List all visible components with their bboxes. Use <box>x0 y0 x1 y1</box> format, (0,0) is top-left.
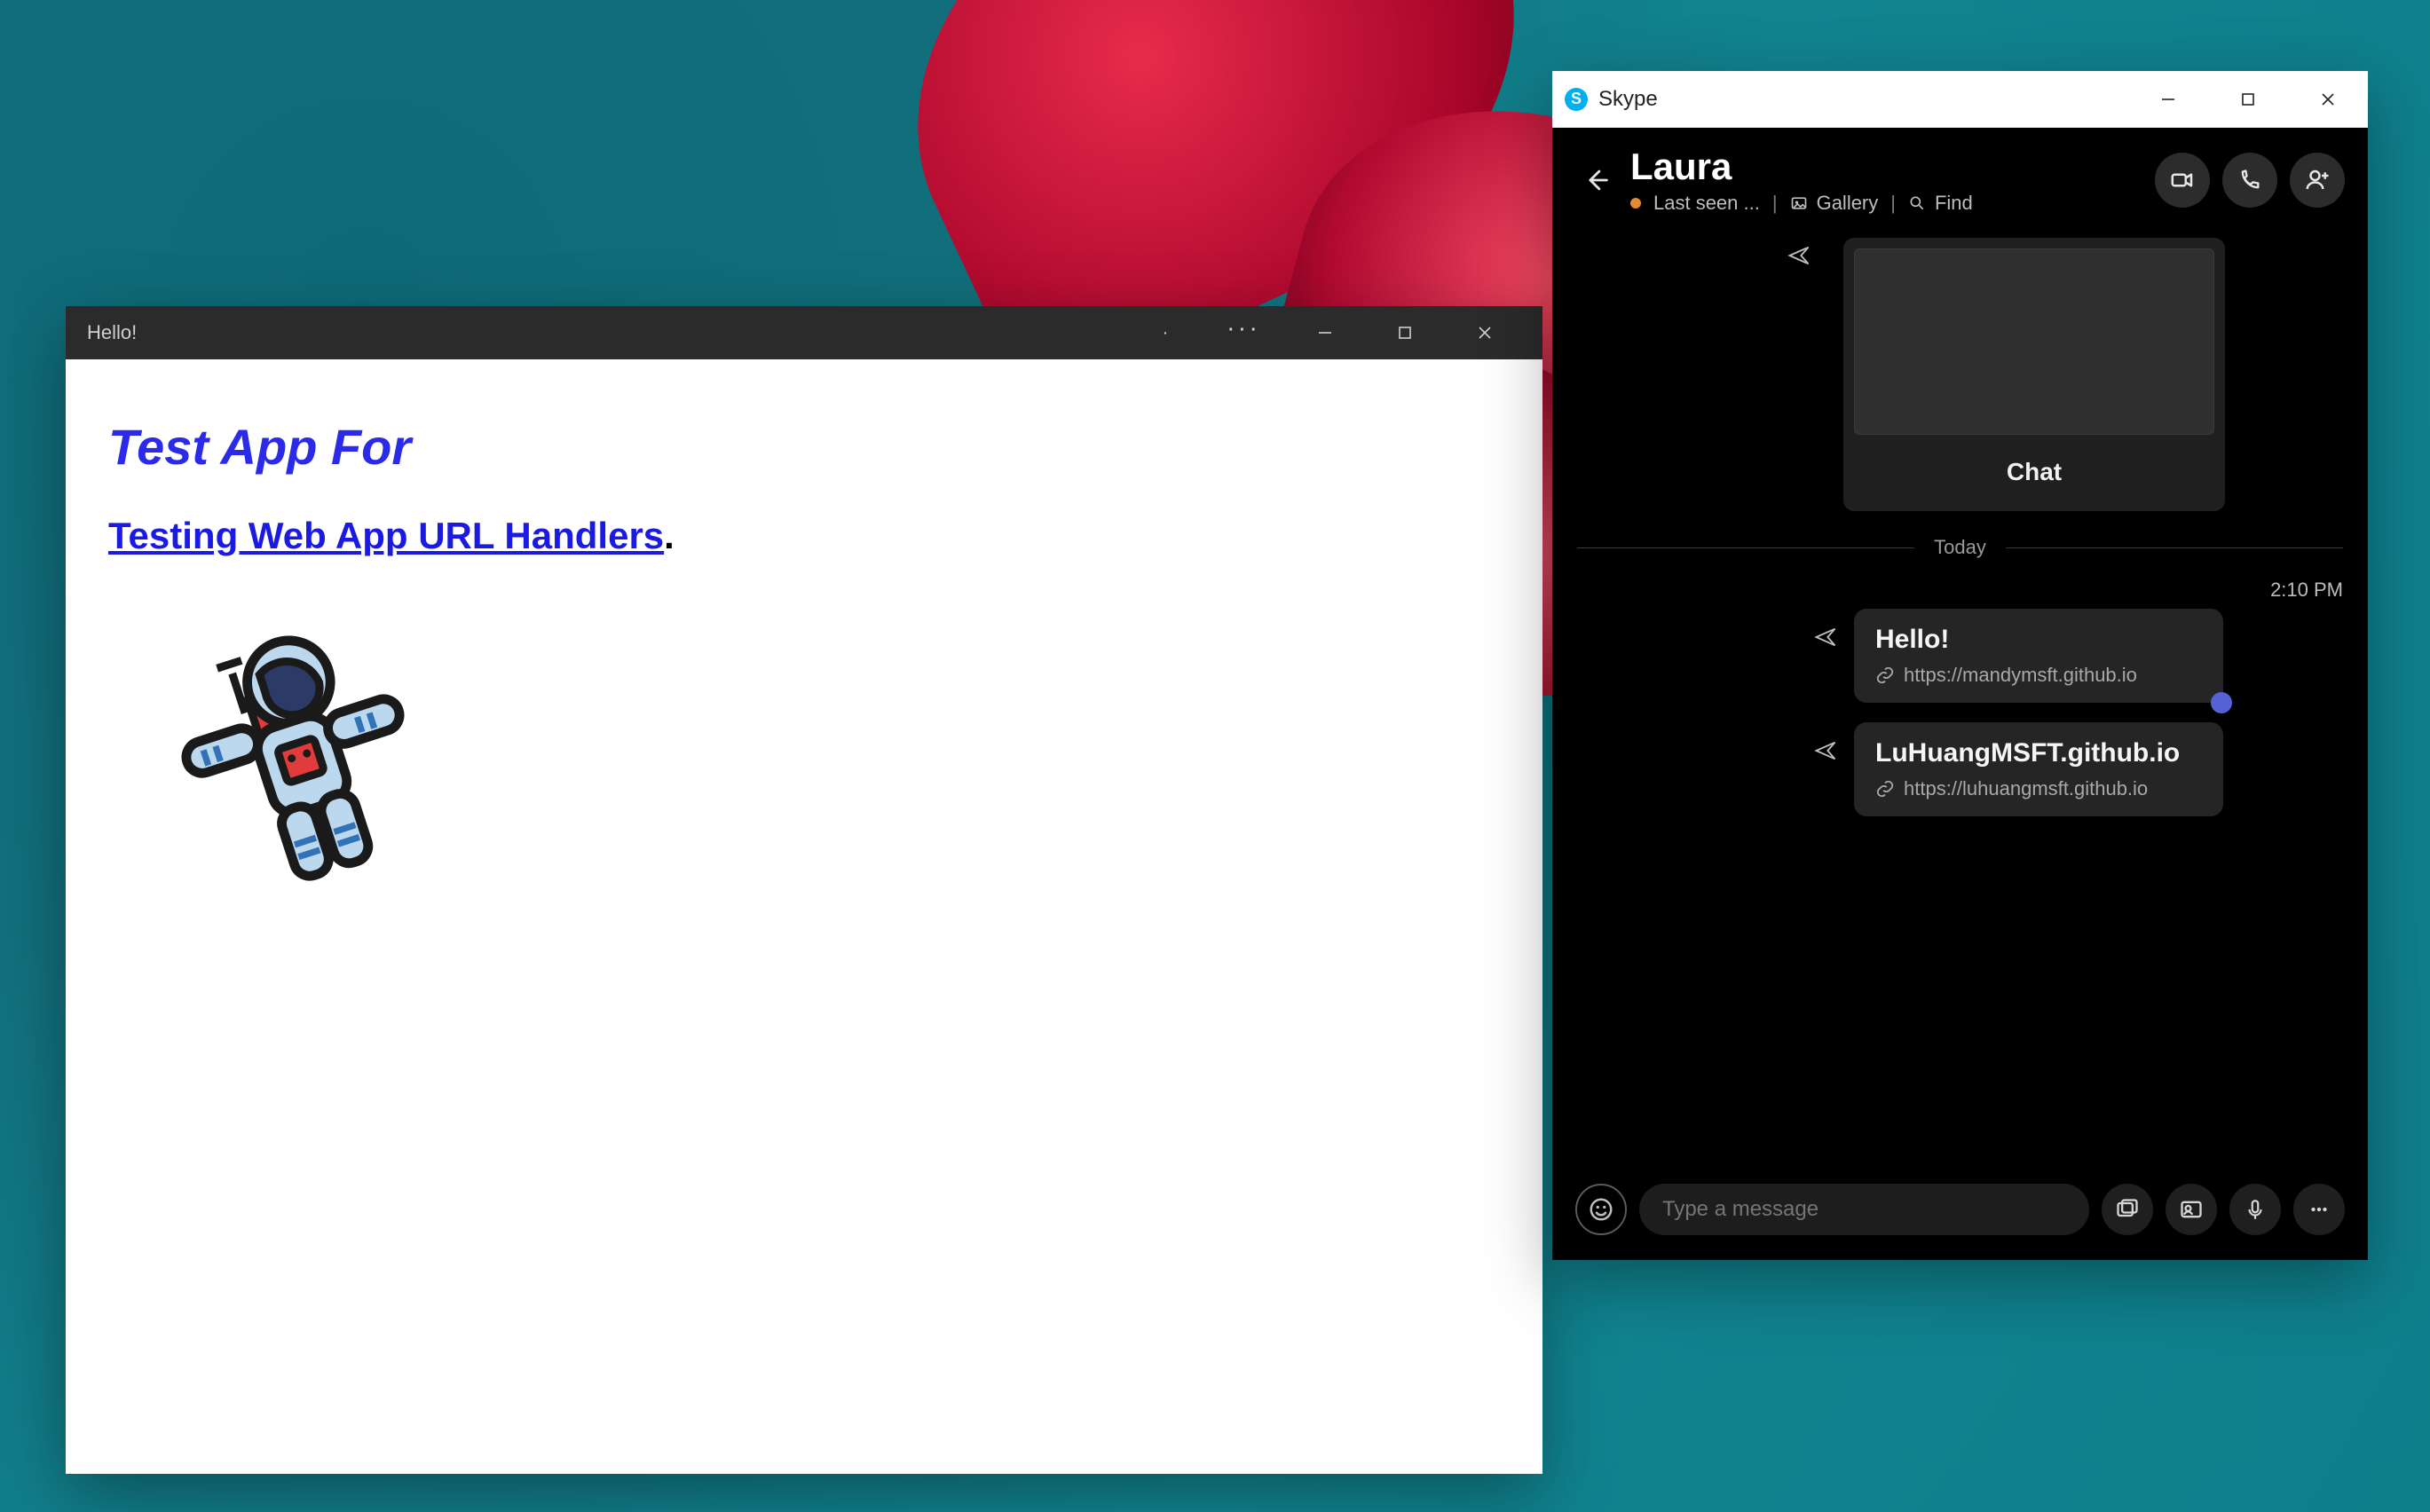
sent-indicator-icon <box>1813 738 1838 763</box>
link-icon <box>1875 665 1895 685</box>
hello-more-button[interactable]: ··· <box>1205 306 1285 359</box>
chat-content: Chat Today 2:10 PM Hello! https://ma <box>1552 231 2368 1166</box>
find-link[interactable]: Find <box>1935 192 1973 215</box>
message-url[interactable]: https://luhuangmsft.github.io <box>1904 777 2148 800</box>
link-preview-card[interactable]: Chat <box>1843 238 2225 511</box>
video-call-button[interactable] <box>2155 153 2210 208</box>
hello-settings-button[interactable]: · <box>1125 306 1205 359</box>
message-title: LuHuangMSFT.github.io <box>1875 738 2202 768</box>
message-row: LuHuangMSFT.github.io https://luhuangmsf… <box>1577 722 2343 816</box>
contact-status-row: Last seen ... | Gallery | Find <box>1630 192 2142 215</box>
astronaut-image <box>131 612 1500 932</box>
close-button[interactable] <box>1445 306 1525 359</box>
url-handlers-link[interactable]: Testing Web App URL Handlers <box>108 515 664 556</box>
skype-close-button[interactable] <box>2288 71 2368 128</box>
gallery-link[interactable]: Gallery <box>1817 192 1879 215</box>
message-title: Hello! <box>1875 625 2202 655</box>
skype-minimize-button[interactable] <box>2128 71 2208 128</box>
message-timestamp: 2:10 PM <box>1577 579 2343 602</box>
sent-indicator-icon <box>1813 625 1838 650</box>
hello-period: . <box>664 515 675 556</box>
message-row: Hello! https://mandymsft.github.io <box>1577 609 2343 703</box>
back-button[interactable] <box>1572 155 1621 205</box>
message-bubble[interactable]: LuHuangMSFT.github.io https://luhuangmsf… <box>1854 722 2223 816</box>
date-divider-label: Today <box>1914 536 2006 559</box>
hello-window-title: Hello! <box>87 321 1125 344</box>
skype-body: Laura Last seen ... | Gallery | Find <box>1552 128 2368 1260</box>
message-bubble[interactable]: Hello! https://mandymsft.github.io <box>1854 609 2223 703</box>
presence-dot-icon <box>1630 198 1641 209</box>
composer <box>1552 1166 2368 1260</box>
audio-call-button[interactable] <box>2222 153 2277 208</box>
hello-subheading-row: Testing Web App URL Handlers. <box>108 515 1500 557</box>
contact-card-button[interactable] <box>2166 1184 2217 1235</box>
skype-titlebar: S Skype <box>1552 71 2368 128</box>
message-url[interactable]: https://mandymsft.github.io <box>1904 664 2137 687</box>
contact-name: Laura <box>1630 146 2142 188</box>
emoji-button[interactable] <box>1575 1184 1627 1235</box>
date-divider: Today <box>1577 536 2343 559</box>
skype-logo-icon: S <box>1565 88 1588 111</box>
reaction-badge[interactable] <box>2211 692 2232 713</box>
more-options-button[interactable] <box>2293 1184 2345 1235</box>
record-audio-button[interactable] <box>2229 1184 2281 1235</box>
message-input[interactable] <box>1639 1184 2089 1235</box>
link-icon <box>1875 779 1895 799</box>
hello-app-window: Hello! · ··· Test App For Testing Web Ap… <box>66 306 1542 1474</box>
last-seen-text: Last seen ... <box>1653 192 1760 215</box>
add-participant-button[interactable] <box>2290 153 2345 208</box>
link-preview-thumb <box>1854 248 2214 435</box>
separator: | <box>1769 192 1781 215</box>
skype-window: S Skype Laura Last seen ... | <box>1552 71 2368 1260</box>
separator: | <box>1887 192 1899 215</box>
share-media-button[interactable] <box>2102 1184 2153 1235</box>
chat-header: Laura Last seen ... | Gallery | Find <box>1552 128 2368 231</box>
search-icon <box>1908 192 1926 215</box>
hello-heading: Test App For <box>108 418 1500 476</box>
maximize-button[interactable] <box>1365 306 1445 359</box>
minimize-button[interactable] <box>1285 306 1365 359</box>
skype-maximize-button[interactable] <box>2208 71 2288 128</box>
hello-body: Test App For Testing Web App URL Handler… <box>66 359 1542 990</box>
skype-app-title: Skype <box>1598 87 2128 112</box>
preview-chat-label[interactable]: Chat <box>1854 435 2214 506</box>
sent-indicator-icon <box>1787 243 1811 268</box>
gallery-icon <box>1790 192 1808 215</box>
hello-titlebar: Hello! · ··· <box>66 306 1542 359</box>
